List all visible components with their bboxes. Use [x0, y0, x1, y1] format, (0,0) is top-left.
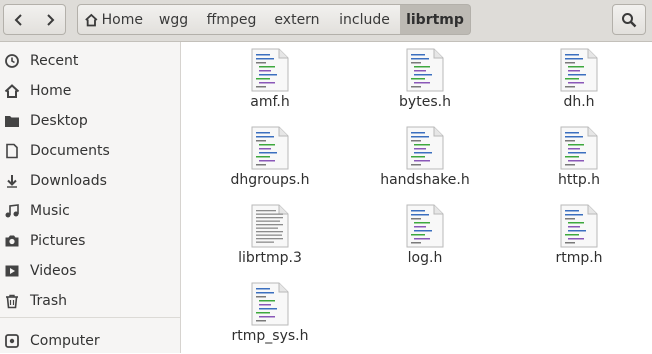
- c-header-file-icon: [251, 126, 289, 170]
- sidebar-item-videos[interactable]: Videos: [0, 258, 180, 284]
- c-header-file-icon: [560, 204, 598, 248]
- breadcrumb-segment[interactable]: extern: [265, 4, 330, 35]
- sidebar-item-label: Documents: [30, 143, 110, 159]
- camera-icon: [3, 232, 21, 250]
- file-name: bytes.h: [399, 94, 451, 110]
- file-name: dh.h: [563, 94, 595, 110]
- breadcrumb-label: wgg: [158, 11, 189, 28]
- file-name: amf.h: [250, 94, 290, 110]
- file-name: dhgroups.h: [230, 172, 310, 188]
- file-item[interactable]: dhgroups.h: [200, 120, 340, 188]
- download-icon: [3, 172, 21, 190]
- sidebar-item-trash[interactable]: Trash: [0, 288, 180, 314]
- file-name: http.h: [557, 172, 601, 188]
- breadcrumb-segment[interactable]: ffmpeg: [198, 4, 266, 35]
- file-item[interactable]: dh.h: [509, 42, 649, 110]
- sidebar-item-label: Downloads: [30, 173, 107, 189]
- file-item[interactable]: bytes.h: [355, 42, 495, 110]
- breadcrumb-label: extern: [274, 11, 320, 28]
- file-name: rtmp.h: [555, 250, 603, 266]
- sidebar-item-desktop[interactable]: Desktop: [0, 108, 180, 134]
- header-bar: Home wgg ffmpeg extern include librtmp: [0, 0, 652, 42]
- trash-icon: [3, 292, 21, 310]
- file-name: handshake.h: [380, 172, 470, 188]
- search-icon: [622, 12, 637, 27]
- sidebar-item-documents[interactable]: Documents: [0, 138, 180, 164]
- c-header-file-icon: [406, 204, 444, 248]
- file-view: amf.h bytes.h dh.h dhgroups.h handshake.…: [181, 42, 652, 353]
- file-item[interactable]: http.h: [509, 120, 649, 188]
- breadcrumb-label: ffmpeg: [206, 11, 257, 28]
- drive-icon: [3, 332, 21, 350]
- home-icon: [85, 13, 98, 26]
- sidebar-item-computer[interactable]: Computer: [0, 328, 180, 354]
- music-icon: [3, 202, 21, 220]
- home-icon: [3, 82, 21, 100]
- sidebar-item-label: Videos: [30, 263, 77, 279]
- sidebar: Recent Home Desktop Documents Downloads …: [0, 42, 181, 353]
- c-header-file-icon: [251, 48, 289, 92]
- breadcrumb-home-label: Home: [101, 11, 143, 28]
- file-item[interactable]: handshake.h: [355, 120, 495, 188]
- sidebar-item-label: Computer: [30, 333, 100, 349]
- chevron-right-icon: [46, 13, 54, 26]
- file-item[interactable]: librtmp.3: [200, 198, 340, 266]
- sidebar-item-label: Trash: [30, 293, 67, 309]
- sidebar-item-home[interactable]: Home: [0, 78, 180, 104]
- sidebar-item-label: Desktop: [30, 113, 88, 129]
- document-icon: [3, 142, 21, 160]
- text-file-icon: [251, 204, 289, 248]
- chevron-left-icon: [14, 13, 22, 26]
- file-item[interactable]: rtmp_sys.h: [200, 276, 340, 344]
- breadcrumb-segment[interactable]: include: [329, 4, 401, 35]
- forward-button[interactable]: [34, 4, 66, 35]
- breadcrumb-segment[interactable]: wgg: [149, 4, 199, 35]
- breadcrumb-segment-current[interactable]: librtmp: [400, 4, 471, 35]
- file-name: log.h: [407, 250, 443, 266]
- clock-icon: [3, 52, 21, 70]
- sidebar-item-label: Home: [30, 83, 72, 99]
- c-header-file-icon: [560, 126, 598, 170]
- sidebar-divider: [0, 317, 180, 318]
- c-header-file-icon: [406, 48, 444, 92]
- sidebar-item-pictures[interactable]: Pictures: [0, 228, 180, 254]
- file-item[interactable]: amf.h: [200, 42, 340, 110]
- sidebar-item-label: Recent: [30, 53, 79, 69]
- c-header-file-icon: [251, 282, 289, 326]
- sidebar-item-recent[interactable]: Recent: [0, 48, 180, 74]
- c-header-file-icon: [560, 48, 598, 92]
- c-header-file-icon: [406, 126, 444, 170]
- file-item[interactable]: log.h: [355, 198, 495, 266]
- file-name: rtmp_sys.h: [231, 328, 309, 344]
- sidebar-item-label: Pictures: [30, 233, 86, 249]
- video-icon: [3, 262, 21, 280]
- file-item[interactable]: rtmp.h: [509, 198, 649, 266]
- search-button[interactable]: [612, 4, 646, 35]
- breadcrumb-home[interactable]: Home: [77, 4, 150, 35]
- sidebar-item-downloads[interactable]: Downloads: [0, 168, 180, 194]
- breadcrumb-label: include: [339, 11, 390, 28]
- folder-icon: [3, 112, 21, 130]
- breadcrumb-label: librtmp: [406, 11, 464, 28]
- sidebar-item-music[interactable]: Music: [0, 198, 180, 224]
- back-button[interactable]: [3, 4, 35, 35]
- file-name: librtmp.3: [238, 250, 302, 266]
- sidebar-item-label: Music: [30, 203, 70, 219]
